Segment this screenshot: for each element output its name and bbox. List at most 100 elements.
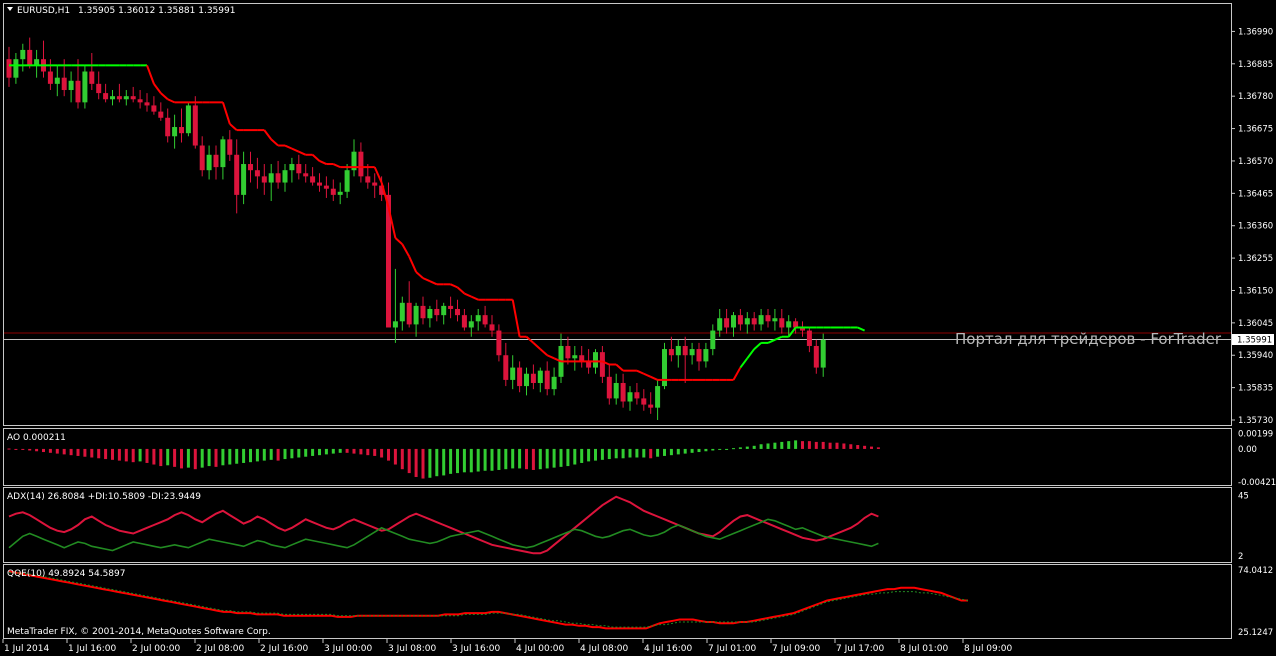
chart-canvas[interactable]: Портал для трейдеров - ForTrader EURUSD,… xyxy=(0,0,1276,656)
watermark: Портал для трейдеров - ForTrader xyxy=(955,330,1222,348)
candle-body xyxy=(206,154,212,171)
candle-body xyxy=(82,71,88,103)
ao-bar xyxy=(497,448,501,470)
candle-body xyxy=(179,127,184,134)
ao-bar xyxy=(573,448,577,465)
symbol-label: EURUSD,H1 xyxy=(17,6,70,16)
ao-bar xyxy=(28,448,32,451)
ao-bar xyxy=(290,448,294,459)
candle-body xyxy=(344,170,350,192)
ao-bar xyxy=(849,444,853,449)
candle-body xyxy=(282,170,288,183)
candle-body xyxy=(20,49,26,60)
ao-bar xyxy=(876,447,880,449)
ao-bar xyxy=(276,448,280,461)
ao-bar xyxy=(683,448,687,454)
candle-body xyxy=(475,315,481,322)
qqe-tick-label: 25.1247 xyxy=(1238,628,1273,638)
ao-bar xyxy=(580,448,584,463)
ao-bar xyxy=(856,445,860,449)
candle-body xyxy=(323,185,329,189)
candle-body xyxy=(365,176,371,183)
ao-bar xyxy=(649,448,653,459)
candle-body xyxy=(448,305,454,309)
ao-bar xyxy=(97,448,101,459)
ao-bar xyxy=(124,448,128,462)
candle-body xyxy=(551,376,557,390)
candle-body xyxy=(510,367,516,380)
candle-body xyxy=(61,77,67,91)
price-tick-label: 1.36780 xyxy=(1238,92,1273,102)
time-tick-label: 1 Jul 16:00 xyxy=(68,644,117,654)
ao-bar xyxy=(407,448,411,474)
time-tick-label: 4 Jul 00:00 xyxy=(516,644,565,654)
ao-bar xyxy=(794,440,798,449)
candle-body xyxy=(151,105,157,112)
ao-bar xyxy=(359,448,363,455)
time-tick-label: 7 Jul 01:00 xyxy=(708,644,757,654)
candle-body xyxy=(406,302,412,325)
ao-tick-label: 0.00 xyxy=(1238,445,1257,455)
candle-body xyxy=(248,164,253,171)
candle-body xyxy=(254,170,260,177)
candle-body xyxy=(537,370,543,383)
candle-body xyxy=(130,96,136,100)
candle-body xyxy=(441,305,447,316)
candle-body xyxy=(310,176,316,183)
candle-body xyxy=(96,83,102,94)
ao-bar xyxy=(428,448,432,478)
ao-bar xyxy=(55,448,59,454)
ao-bar xyxy=(870,446,873,449)
ao-bar xyxy=(297,448,301,458)
ao-bar xyxy=(249,448,252,463)
candle-body xyxy=(89,71,95,84)
candle-body xyxy=(199,145,205,171)
candle-body xyxy=(737,315,743,325)
candle-body xyxy=(172,127,178,137)
candle-body xyxy=(744,318,750,325)
ao-bar xyxy=(366,448,370,456)
candle-body xyxy=(192,105,198,146)
ao-bar xyxy=(587,448,591,462)
ao-bar xyxy=(690,448,694,453)
ao-bar xyxy=(607,448,611,460)
ao-bar xyxy=(807,441,811,449)
candle xyxy=(82,65,88,109)
ao-bar xyxy=(311,448,315,456)
candle-body xyxy=(820,339,826,368)
ao-bar xyxy=(166,448,170,466)
candle-body xyxy=(420,305,426,319)
candle-body xyxy=(213,154,219,168)
ao-bar xyxy=(545,448,549,469)
chart-header: EURUSD,H1 1.35905 1.36012 1.35881 1.3599… xyxy=(7,6,235,16)
ao-bar xyxy=(642,448,646,458)
ao-bar xyxy=(228,448,232,465)
candle-body xyxy=(413,305,419,325)
candle-body xyxy=(296,164,302,174)
ao-bar xyxy=(614,448,618,459)
candle-body xyxy=(813,345,819,368)
ao-bar xyxy=(393,448,397,465)
ao-bar xyxy=(635,448,639,458)
price-tick-label: 1.35835 xyxy=(1238,384,1273,394)
ao-bar xyxy=(14,448,18,450)
candle-body xyxy=(689,349,695,356)
candle-body xyxy=(275,173,281,183)
ao-bar xyxy=(138,448,142,462)
ao-bar xyxy=(483,448,487,471)
ao-bar xyxy=(62,448,66,455)
ao-bar xyxy=(304,448,308,457)
candle-body xyxy=(68,80,74,91)
qqe-label: QQE(10) 49.8924 54.5897 xyxy=(7,569,126,579)
ao-bar xyxy=(780,441,784,449)
current-price-marker: 1.35991 xyxy=(1232,334,1274,346)
candle-body xyxy=(234,154,240,195)
candle-body xyxy=(758,315,764,325)
ao-bar xyxy=(442,448,446,476)
candle-body xyxy=(116,96,122,100)
ao-bar xyxy=(104,448,108,460)
candle-body xyxy=(517,367,523,387)
ao-bar xyxy=(842,443,846,449)
candle-body xyxy=(165,117,171,137)
time-tick-label: 4 Jul 08:00 xyxy=(580,644,629,654)
